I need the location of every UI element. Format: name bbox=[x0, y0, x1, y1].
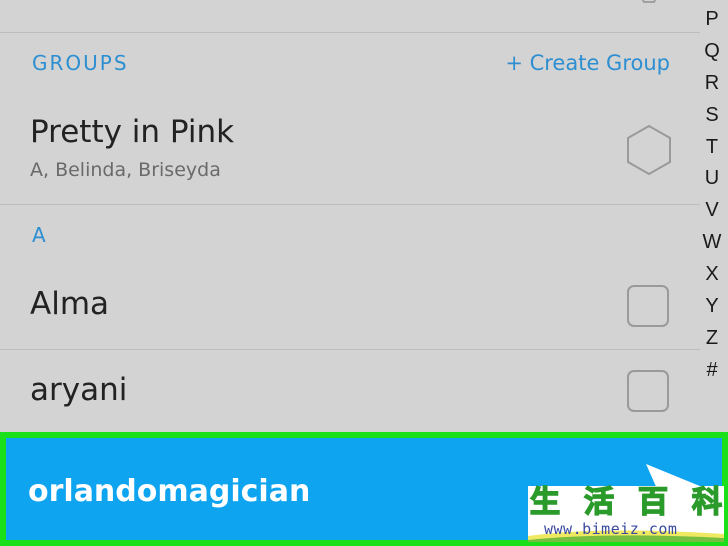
watermark-logo: 生 活 百 科 www.bimeiz.com bbox=[528, 485, 724, 542]
select-checkbox[interactable] bbox=[627, 370, 669, 412]
watermark-characters: 生 活 百 科 bbox=[529, 485, 723, 521]
letter-section-header: A bbox=[32, 223, 46, 247]
index-letter-s[interactable]: S bbox=[705, 100, 718, 132]
index-letter-q[interactable]: Q bbox=[704, 36, 720, 68]
alphabet-index[interactable]: P Q R S T U V W X Y Z # bbox=[700, 4, 724, 387]
group-members: A, Belinda, Briseyda bbox=[30, 159, 221, 181]
hexagon-icon bbox=[641, 0, 657, 3]
watermark-url: www.bimeiz.com bbox=[544, 520, 678, 538]
index-letter-v[interactable]: V bbox=[705, 195, 718, 227]
watermark-char: 活 bbox=[583, 485, 615, 521]
watermark-char: 生 bbox=[529, 485, 561, 521]
divider bbox=[0, 349, 700, 350]
divider bbox=[0, 204, 700, 205]
index-letter-x[interactable]: X bbox=[705, 259, 718, 291]
index-letter-hash[interactable]: # bbox=[706, 355, 717, 387]
watermark-char: 百 bbox=[637, 485, 669, 521]
index-letter-y[interactable]: Y bbox=[705, 291, 718, 323]
hexagon-checkbox-icon[interactable] bbox=[624, 124, 674, 176]
divider bbox=[0, 32, 700, 33]
index-letter-w[interactable]: W bbox=[703, 227, 722, 259]
index-letter-p[interactable]: P bbox=[705, 4, 718, 36]
watermark-char: 科 bbox=[691, 485, 723, 521]
index-letter-r[interactable]: R bbox=[705, 68, 719, 100]
select-checkbox[interactable] bbox=[627, 285, 669, 327]
group-name: Pretty in Pink bbox=[30, 114, 235, 150]
selected-contact-name: orlandomagician bbox=[28, 474, 311, 509]
contact-name: Alma bbox=[30, 286, 110, 322]
index-letter-u[interactable]: U bbox=[705, 163, 719, 195]
groups-section-header: GROUPS bbox=[32, 51, 129, 75]
index-letter-t[interactable]: T bbox=[706, 132, 718, 164]
create-group-button[interactable]: + Create Group bbox=[505, 51, 670, 75]
contact-name: aryani bbox=[30, 372, 128, 408]
index-letter-z[interactable]: Z bbox=[706, 323, 718, 355]
